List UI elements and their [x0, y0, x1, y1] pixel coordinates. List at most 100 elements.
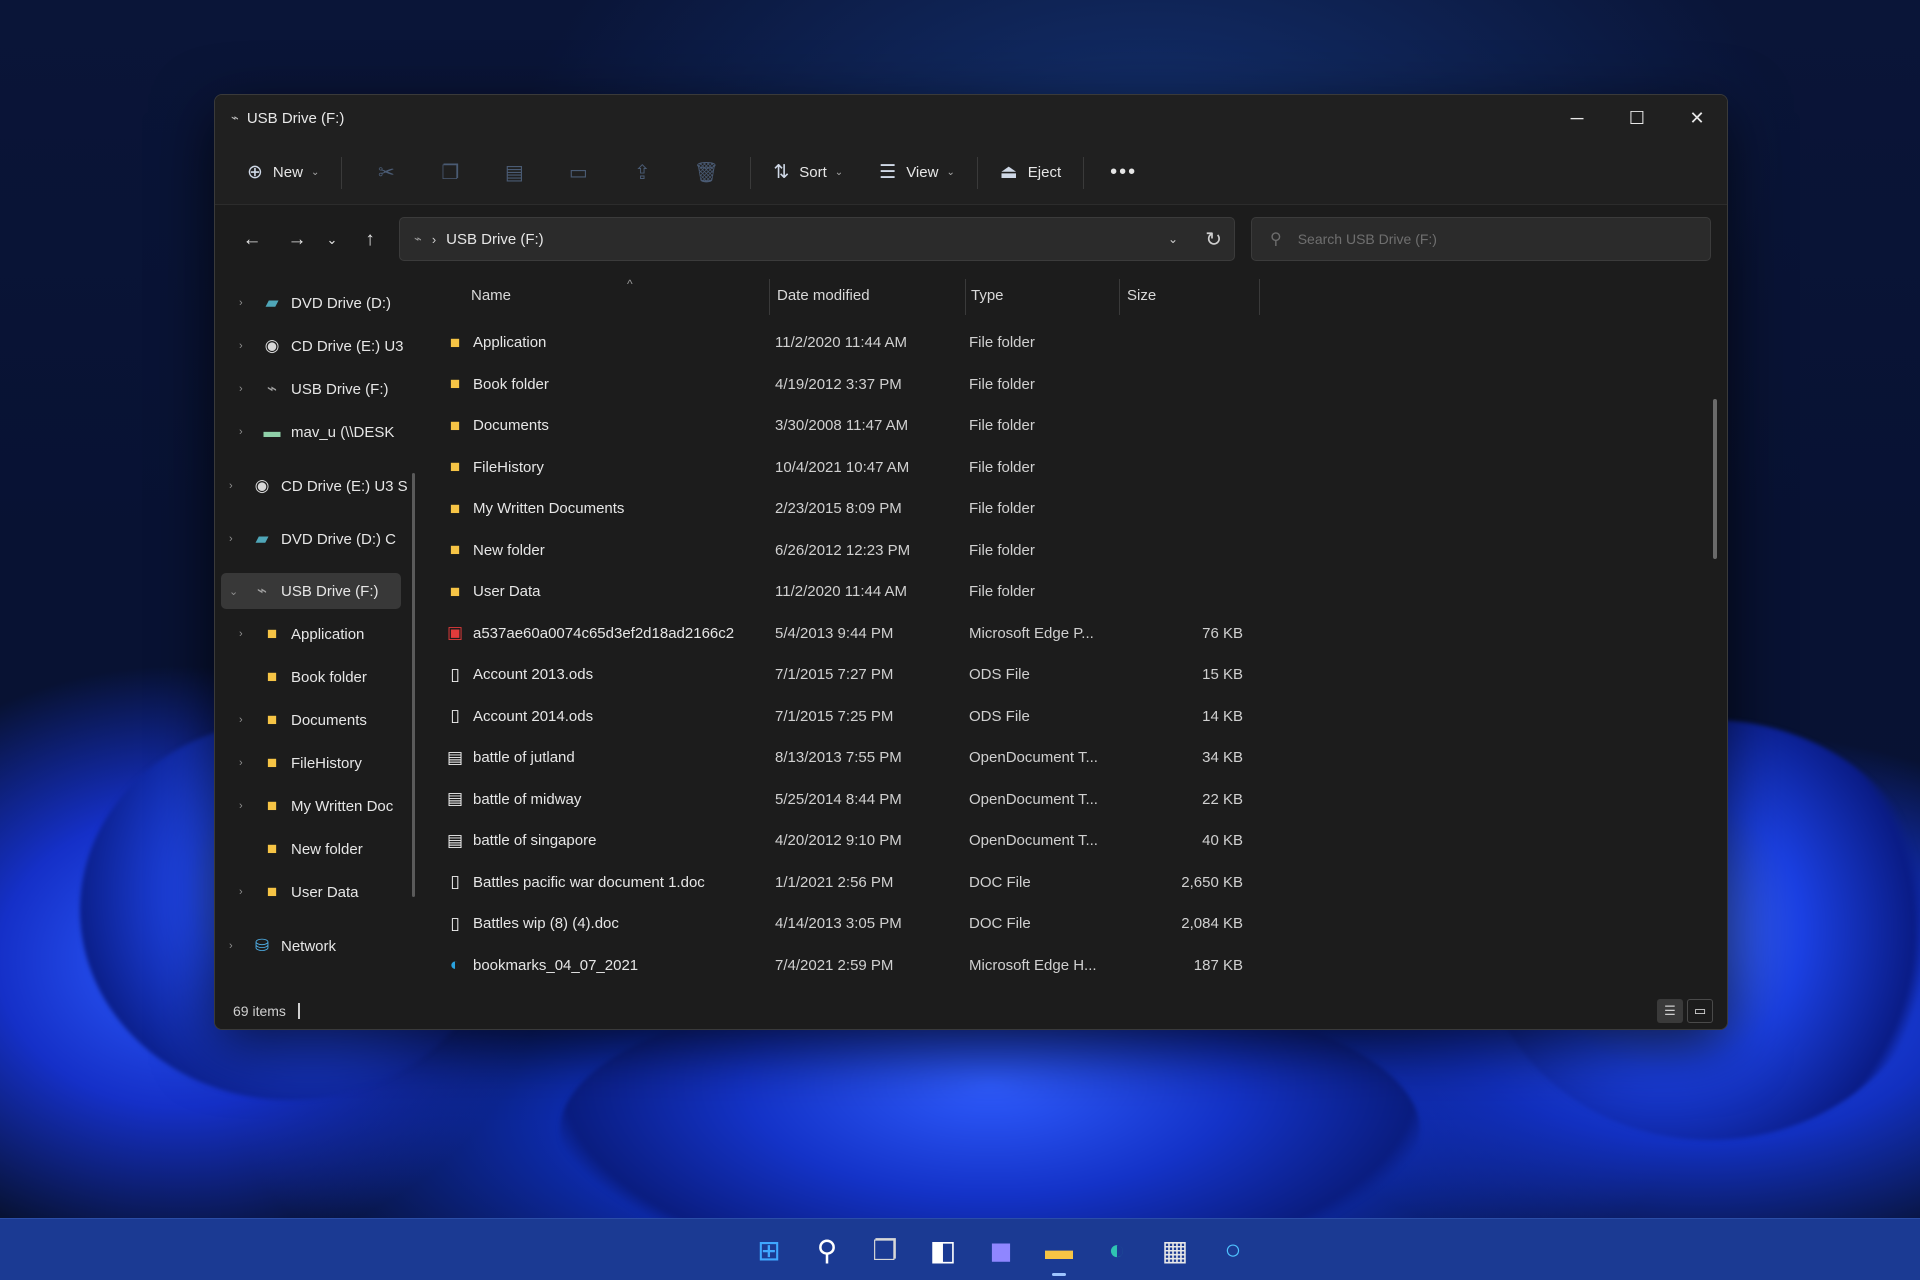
sort-button[interactable]: ⇅ Sort ⌄: [763, 153, 853, 193]
column-header-size[interactable]: Size: [1127, 273, 1156, 317]
file-row[interactable]: ■ FileHistory 10/4/2021 10:47 AM File fo…: [429, 447, 1259, 489]
rename-button[interactable]: ▭: [546, 153, 610, 193]
sidebar-item-network-drive[interactable]: › ▬ mav_u (\\DESK: [239, 414, 394, 450]
file-row[interactable]: ▣ a537ae60a0074c65d3ef2d18ad2166c2 5/4/2…: [429, 613, 1259, 655]
paste-button[interactable]: ▤: [482, 153, 546, 193]
sort-ascending-icon: ^: [627, 277, 633, 291]
file-row[interactable]: ▤ battle of jutland 8/13/2013 7:55 PM Op…: [429, 737, 1259, 779]
sidebar-item-dvd-drive[interactable]: › ▰ DVD Drive (D:): [239, 285, 391, 321]
column-header-name[interactable]: Name: [471, 273, 511, 317]
minimize-button[interactable]: ─: [1547, 95, 1607, 141]
edge-button[interactable]: ◐: [1088, 1224, 1146, 1276]
file-row[interactable]: ▤ battle of midway 5/25/2014 8:44 PM Ope…: [429, 779, 1259, 821]
sidebar-item-usb-drive-root[interactable]: ⌄ ⌁ USB Drive (F:): [221, 573, 401, 609]
file-row[interactable]: ▯ Account 2014.ods 7/1/2015 7:25 PM ODS …: [429, 696, 1259, 738]
column-header-type[interactable]: Type: [971, 273, 1004, 317]
file-row[interactable]: ▤ battle of singapore 4/20/2012 9:10 PM …: [429, 820, 1259, 862]
file-row[interactable]: ▯ Battles wip (8) (4).doc 4/14/2013 3:05…: [429, 903, 1259, 945]
chevron-right-icon[interactable]: ›: [239, 426, 257, 438]
file-explorer-button[interactable]: ▬: [1030, 1224, 1088, 1276]
file-icon: ▯: [450, 664, 460, 684]
column-divider[interactable]: [1259, 279, 1260, 315]
chevron-right-icon[interactable]: ›: [239, 297, 257, 309]
recent-locations-button[interactable]: ⌄: [315, 223, 349, 257]
file-row[interactable]: ■ Application 11/2/2020 11:44 AM File fo…: [429, 322, 1259, 364]
sidebar-item-cd-drive-root[interactable]: › ◉ CD Drive (E:) U3 S: [229, 468, 408, 504]
column-header-date[interactable]: Date modified: [777, 273, 870, 317]
chevron-right-icon[interactable]: ›: [239, 714, 257, 726]
details-view-button[interactable]: ☰: [1657, 999, 1683, 1023]
chat-button[interactable]: ◼: [972, 1224, 1030, 1276]
search-input[interactable]: [1297, 231, 1678, 247]
search-button[interactable]: ⚲: [798, 1224, 856, 1276]
sidebar-item-application[interactable]: › ■ Application: [239, 616, 364, 652]
eject-button[interactable]: ⏏ Eject: [990, 153, 1071, 193]
window-controls: ─ ☐ ✕: [1547, 95, 1727, 141]
sidebar-item-documents[interactable]: › ■ Documents: [239, 702, 367, 738]
sidebar-item-book-folder[interactable]: ■ Book folder: [239, 659, 367, 695]
sidebar-item-network[interactable]: › ⛁ Network: [229, 928, 336, 964]
delete-button[interactable]: 🗑: [674, 153, 738, 193]
cortana-button[interactable]: ○: [1204, 1224, 1262, 1276]
file-row[interactable]: ▯ Account 2013.ods 7/1/2015 7:27 PM ODS …: [429, 654, 1259, 696]
see-more-button[interactable]: •••: [1096, 161, 1151, 184]
new-button[interactable]: ⊕ New ⌄: [237, 153, 329, 193]
file-list-scrollbar[interactable]: [1713, 399, 1717, 559]
chevron-right-icon[interactable]: ›: [229, 533, 247, 545]
chevron-right-icon[interactable]: ›: [229, 940, 247, 952]
sidebar-item-new-folder[interactable]: ■ New folder: [239, 831, 363, 867]
file-row[interactable]: ■ Documents 3/30/2008 11:47 AM File fold…: [429, 405, 1259, 447]
file-size: 22 KB: [1202, 790, 1243, 808]
sidebar-item-label: CD Drive (E:) U3 S: [281, 477, 408, 495]
share-button[interactable]: ⇪: [610, 153, 674, 193]
sidebar-item-cd-drive[interactable]: › ◉ CD Drive (E:) U3: [239, 328, 404, 364]
sidebar-item-dvd-drive-root[interactable]: › ▰ DVD Drive (D:) C: [229, 521, 396, 557]
dvd-drive-icon: ▰: [255, 529, 269, 548]
close-button[interactable]: ✕: [1667, 95, 1727, 141]
file-row[interactable]: ▯ Battles pacific war document 1.doc 1/1…: [429, 862, 1259, 904]
refresh-icon[interactable]: ↻: [1205, 227, 1222, 252]
address-history-chevron-icon[interactable]: ⌄: [1168, 232, 1178, 246]
chevron-right-icon[interactable]: ›: [239, 628, 257, 640]
maximize-button[interactable]: ☐: [1607, 95, 1667, 141]
forward-button[interactable]: →: [280, 223, 314, 257]
file-row[interactable]: ◐ bookmarks_04_07_2021 7/4/2021 2:59 PM …: [429, 945, 1259, 987]
back-button[interactable]: ←: [235, 223, 269, 257]
title-bar[interactable]: ⌁ USB Drive (F:) ─ ☐ ✕: [215, 95, 1727, 141]
sidebar-item-my-written-documents[interactable]: › ■ My Written Doc: [239, 788, 393, 824]
large-icons-view-button[interactable]: ▭: [1687, 999, 1713, 1023]
sidebar-item-filehistory[interactable]: › ■ FileHistory: [239, 745, 362, 781]
chevron-right-icon[interactable]: ›: [229, 480, 247, 492]
file-row[interactable]: ■ New folder 6/26/2012 12:23 PM File fol…: [429, 530, 1259, 572]
store-button[interactable]: ▦: [1146, 1224, 1204, 1276]
chevron-right-icon[interactable]: ›: [239, 800, 257, 812]
view-button[interactable]: ☰ View ⌄: [869, 153, 965, 193]
column-divider[interactable]: [769, 279, 770, 315]
chevron-right-icon[interactable]: ›: [239, 340, 257, 352]
column-divider[interactable]: [1119, 279, 1120, 315]
file-icon: ▯: [450, 706, 460, 726]
view-lines-icon: ☰: [879, 162, 897, 183]
file-row[interactable]: ■ Book folder 4/19/2012 3:37 PM File fol…: [429, 364, 1259, 406]
up-button[interactable]: ↑: [353, 223, 387, 257]
navigation-pane-scrollbar[interactable]: [412, 473, 415, 897]
start-button[interactable]: ⊞: [740, 1224, 798, 1276]
dvd-drive-icon: ▰: [265, 293, 279, 312]
address-bar[interactable]: ⌁ › USB Drive (F:) ⌄ ↻: [399, 217, 1235, 261]
cut-button[interactable]: ✂: [354, 153, 418, 193]
chevron-right-icon[interactable]: ›: [239, 383, 257, 395]
sidebar-item-usb-drive[interactable]: › ⌁ USB Drive (F:): [239, 371, 389, 407]
search-box[interactable]: ⚲: [1251, 217, 1711, 261]
task-view-button[interactable]: ❐: [856, 1224, 914, 1276]
chevron-right-icon[interactable]: ›: [239, 886, 257, 898]
file-date: 4/14/2013 3:05 PM: [775, 915, 902, 933]
chevron-right-icon[interactable]: ›: [239, 757, 257, 769]
widgets-button[interactable]: ◧: [914, 1224, 972, 1276]
column-divider[interactable]: [965, 279, 966, 315]
copy-button[interactable]: ❐: [418, 153, 482, 193]
breadcrumb-current[interactable]: USB Drive (F:): [446, 231, 544, 248]
file-row[interactable]: ■ User Data 11/2/2020 11:44 AM File fold…: [429, 571, 1259, 613]
file-row[interactable]: ■ My Written Documents 2/23/2015 8:09 PM…: [429, 488, 1259, 530]
chevron-down-icon[interactable]: ⌄: [229, 585, 247, 598]
sidebar-item-user-data[interactable]: › ■ User Data: [239, 874, 359, 910]
